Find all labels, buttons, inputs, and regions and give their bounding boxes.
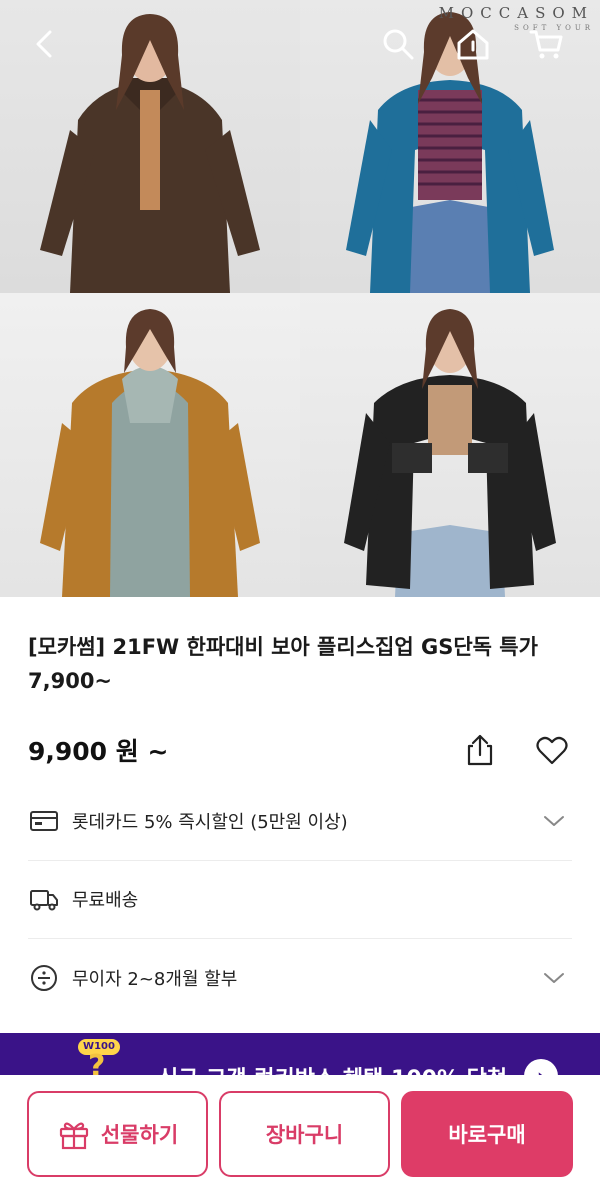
chevron-down-icon[interactable] <box>540 807 568 835</box>
cart-button[interactable] <box>524 22 568 66</box>
product-price: 9,900 원 ~ <box>28 737 169 766</box>
home-icon <box>457 29 489 60</box>
wishlist-button[interactable] <box>532 728 572 772</box>
add-to-cart-button[interactable]: 장바구니 <box>219 1091 390 1177</box>
product-photo-camel-coat[interactable] <box>0 293 300 597</box>
card-discount-row[interactable]: 롯데카드 5% 즉시할인 (5만원 이상) <box>28 783 572 859</box>
installment-label: 무이자 2~8개월 할부 <box>72 969 238 990</box>
search-icon <box>383 29 414 60</box>
installment-row[interactable]: 무이자 2~8개월 할부 <box>28 940 572 1016</box>
cart-icon <box>529 30 563 59</box>
installment-icon <box>28 962 60 994</box>
buy-now-button[interactable]: 바로구매 <box>401 1091 573 1177</box>
heart-icon <box>536 736 568 765</box>
product-title: [모카썸] 21FW 한파대비 보아 플리스집업 GS단독 특가 7,900~ <box>28 635 538 693</box>
truck-icon <box>28 883 60 915</box>
back-button[interactable] <box>24 22 68 66</box>
bottom-action-bar: 선물하기 장바구니 바로구매 <box>0 1075 600 1204</box>
price-row: 9,900 원 ~ <box>28 728 576 772</box>
gift-button[interactable]: 선물하기 <box>27 1091 208 1177</box>
gift-icon <box>59 1122 88 1150</box>
shipping-label: 무료배송 <box>72 890 139 911</box>
card-icon <box>28 805 60 837</box>
divider <box>28 938 572 939</box>
buy-button-label: 바로구매 <box>448 1123 526 1147</box>
chevron-left-icon <box>36 30 52 58</box>
product-photo-black-jacket[interactable] <box>300 293 600 597</box>
home-button[interactable] <box>451 22 495 66</box>
shipping-row: 무료배송 <box>28 861 572 937</box>
chevron-down-icon[interactable] <box>540 964 568 992</box>
product-image-gallery[interactable]: MOCCASOM SOFT YOUR <box>0 0 600 597</box>
share-button[interactable] <box>460 728 500 772</box>
share-icon <box>467 734 493 766</box>
search-button[interactable] <box>376 22 420 66</box>
card-discount-label: 롯데카드 5% 즉시할인 (5만원 이상) <box>72 812 348 833</box>
cart-button-label: 장바구니 <box>265 1123 344 1147</box>
gift-button-label: 선물하기 <box>100 1123 179 1147</box>
